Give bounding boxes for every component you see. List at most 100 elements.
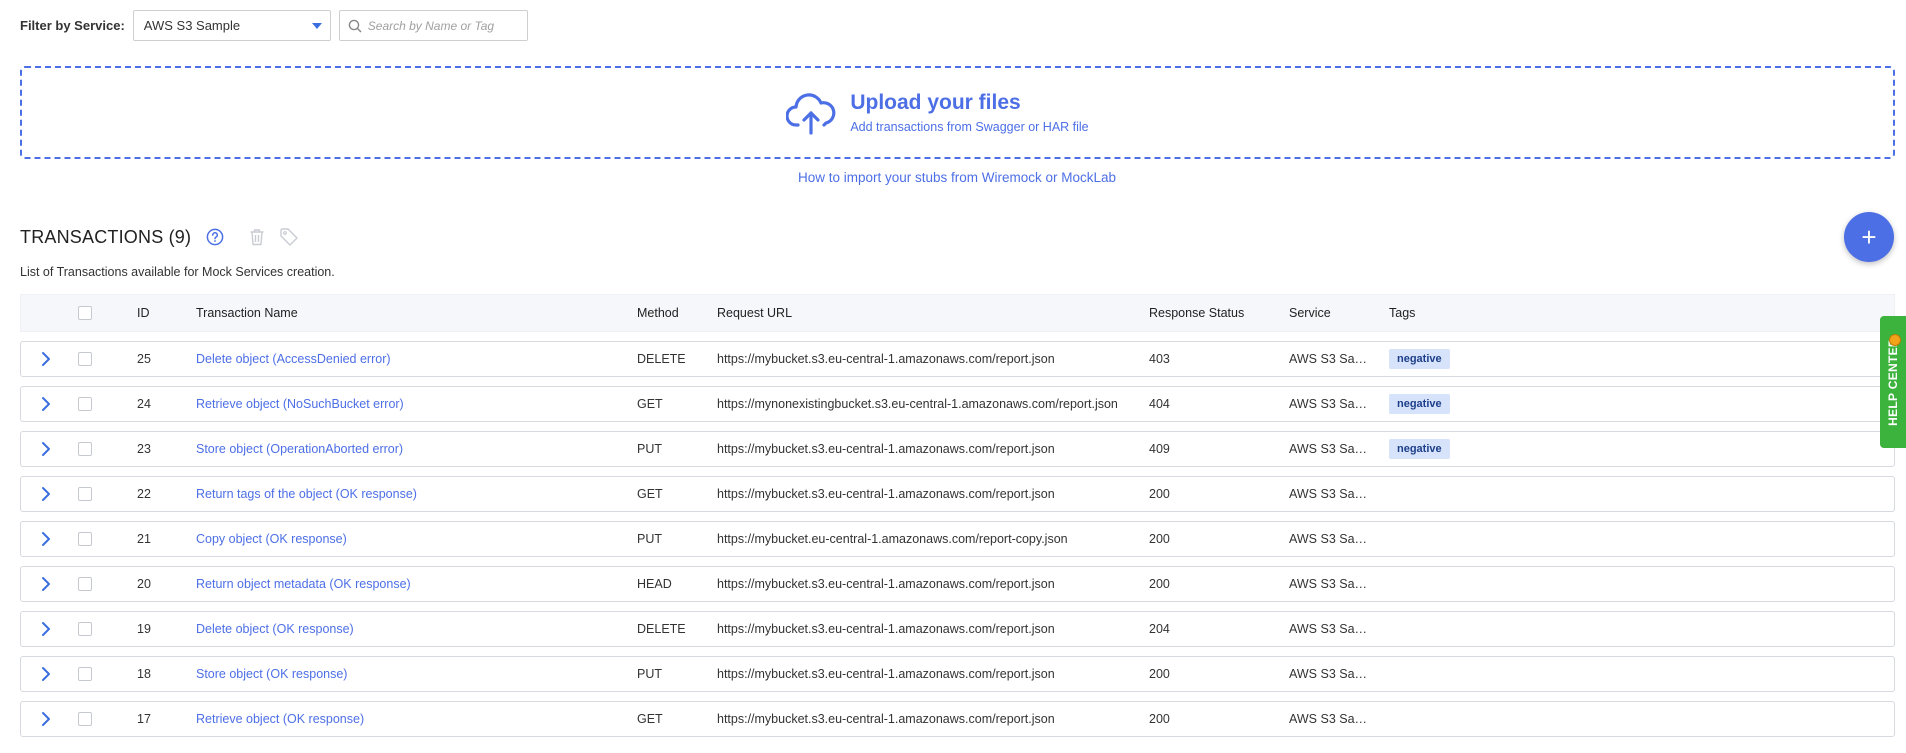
row-url: https://mybucket.s3.eu-central-1.amazona… (717, 667, 1055, 681)
row-url: https://mybucket.s3.eu-central-1.amazona… (717, 487, 1055, 501)
row-checkbox[interactable] (78, 622, 92, 636)
column-header-method[interactable]: Method (637, 306, 679, 320)
search-box[interactable] (338, 10, 528, 41)
select-all-checkbox[interactable] (78, 306, 92, 320)
chevron-right-icon[interactable] (41, 486, 55, 502)
row-url: https://mybucket.s3.eu-central-1.amazona… (717, 442, 1055, 456)
chevron-right-icon[interactable] (41, 396, 55, 412)
row-method: GET (637, 397, 663, 411)
row-name-link[interactable]: Return object metadata (OK response) (196, 577, 411, 591)
column-header-status[interactable]: Response Status (1149, 306, 1244, 320)
row-status: 403 (1149, 352, 1170, 366)
chevron-right-icon[interactable] (41, 621, 55, 637)
row-url: https://mybucket.s3.eu-central-1.amazona… (717, 712, 1055, 726)
trash-icon[interactable] (245, 225, 269, 249)
table-row[interactable]: 25 Delete object (AccessDenied error) DELE… (20, 341, 1895, 377)
row-service: AWS S3 Sample (1289, 397, 1373, 411)
table-row[interactable]: 19 Delete object (OK response) DELETE https… (20, 611, 1895, 647)
row-checkbox[interactable] (78, 712, 92, 726)
row-id: 22 (137, 487, 151, 501)
table-row[interactable]: 24 Retrieve object (NoSuchBucket error) GE… (20, 386, 1895, 422)
tag-badge[interactable]: negative (1389, 439, 1450, 459)
upload-dropzone[interactable]: Upload your files Add transactions from … (20, 66, 1895, 159)
upload-text: Upload your files Add transactions from … (850, 91, 1088, 134)
row-checkbox[interactable] (78, 667, 92, 681)
table-row[interactable]: 18 Store object (OK response) PUT https://m… (20, 656, 1895, 692)
column-header-name[interactable]: Transaction Name (196, 306, 298, 320)
import-stubs-link[interactable]: How to import your stubs from Wiremock o… (0, 170, 1906, 185)
row-id: 19 (137, 622, 151, 636)
row-service: AWS S3 Sample (1289, 622, 1373, 636)
chevron-right-icon[interactable] (41, 576, 55, 592)
row-status: 200 (1149, 712, 1170, 726)
plus-icon: + (1861, 221, 1877, 252)
row-status: 404 (1149, 397, 1170, 411)
row-service: AWS S3 Sample (1289, 532, 1373, 546)
search-icon (348, 19, 362, 32)
row-status: 200 (1149, 577, 1170, 591)
chevron-down-icon (311, 23, 322, 29)
tag-icon[interactable] (277, 225, 301, 249)
row-name-link[interactable]: Retrieve object (NoSuchBucket error) (196, 397, 404, 411)
row-checkbox[interactable] (78, 577, 92, 591)
row-url: https://mybucket.s3.eu-central-1.amazona… (717, 577, 1055, 591)
chevron-right-icon[interactable] (41, 351, 55, 367)
chevron-right-icon[interactable] (41, 531, 55, 547)
table-body: 25 Delete object (AccessDenied error) DELE… (20, 341, 1895, 737)
row-name-link[interactable]: Store object (OperationAborted error) (196, 442, 403, 456)
row-name-link[interactable]: Copy object (OK response) (196, 532, 347, 546)
row-status: 200 (1149, 667, 1170, 681)
upload-title: Upload your files (850, 91, 1021, 114)
row-name-link[interactable]: Store object (OK response) (196, 667, 347, 681)
table-row[interactable]: 22 Return tags of the object (OK response… (20, 476, 1895, 512)
chevron-right-icon[interactable] (41, 441, 55, 457)
row-id: 20 (137, 577, 151, 591)
search-input[interactable] (367, 18, 518, 33)
filter-label: Filter by Service: (20, 18, 125, 33)
row-service: AWS S3 Sample (1289, 577, 1373, 591)
column-header-url[interactable]: Request URL (717, 306, 792, 320)
table-row[interactable]: 23 Store object (OperationAborted error) P… (20, 431, 1895, 467)
row-id: 18 (137, 667, 151, 681)
chevron-right-icon[interactable] (41, 666, 55, 682)
row-checkbox[interactable] (78, 397, 92, 411)
transactions-table: ID Transaction Name Method Request URL R… (20, 294, 1895, 737)
row-name-link[interactable]: Return tags of the object (OK response) (196, 487, 417, 501)
add-transaction-button[interactable]: + (1844, 212, 1894, 262)
row-checkbox[interactable] (78, 352, 92, 366)
row-method: PUT (637, 532, 662, 546)
row-name-link[interactable]: Retrieve object (OK response) (196, 712, 364, 726)
upload-content: Upload your files Add transactions from … (786, 91, 1089, 135)
row-checkbox[interactable] (78, 487, 92, 501)
row-status: 204 (1149, 622, 1170, 636)
row-url: https://mynonexistingbucket.s3.eu-centra… (717, 397, 1118, 411)
transactions-title: TRANSACTIONS (9) (20, 226, 192, 247)
tag-badge[interactable]: negative (1389, 349, 1450, 369)
row-method: DELETE (637, 352, 686, 366)
table-row[interactable]: 17 Retrieve object (OK response) GET https:… (20, 701, 1895, 737)
table-row[interactable]: 20 Return object metadata (OK response) HE… (20, 566, 1895, 602)
row-status: 409 (1149, 442, 1170, 456)
row-method: GET (637, 487, 663, 501)
row-method: DELETE (637, 622, 686, 636)
column-header-service[interactable]: Service (1289, 306, 1373, 320)
row-name-link[interactable]: Delete object (AccessDenied error) (196, 352, 391, 366)
row-checkbox[interactable] (78, 442, 92, 456)
row-url: https://mybucket.s3.eu-central-1.amazona… (717, 352, 1055, 366)
row-name-link[interactable]: Delete object (OK response) (196, 622, 354, 636)
table-row[interactable]: 21 Copy object (OK response) PUT https://my… (20, 521, 1895, 557)
table-header: ID Transaction Name Method Request URL R… (20, 294, 1895, 332)
row-id: 23 (137, 442, 151, 456)
service-select[interactable]: AWS S3 Sample (132, 10, 331, 41)
help-circle-icon[interactable] (203, 225, 227, 249)
chevron-right-icon[interactable] (41, 711, 55, 727)
tag-badge[interactable]: negative (1389, 394, 1450, 414)
row-service: AWS S3 Sample (1289, 487, 1373, 501)
column-header-id[interactable]: ID (137, 306, 150, 320)
row-id: 25 (137, 352, 151, 366)
row-status: 200 (1149, 532, 1170, 546)
row-method: GET (637, 712, 663, 726)
row-url: https://mybucket.eu-central-1.amazonaws.… (717, 532, 1068, 546)
transactions-description: List of Transactions available for Mock … (20, 265, 335, 279)
row-checkbox[interactable] (78, 532, 92, 546)
